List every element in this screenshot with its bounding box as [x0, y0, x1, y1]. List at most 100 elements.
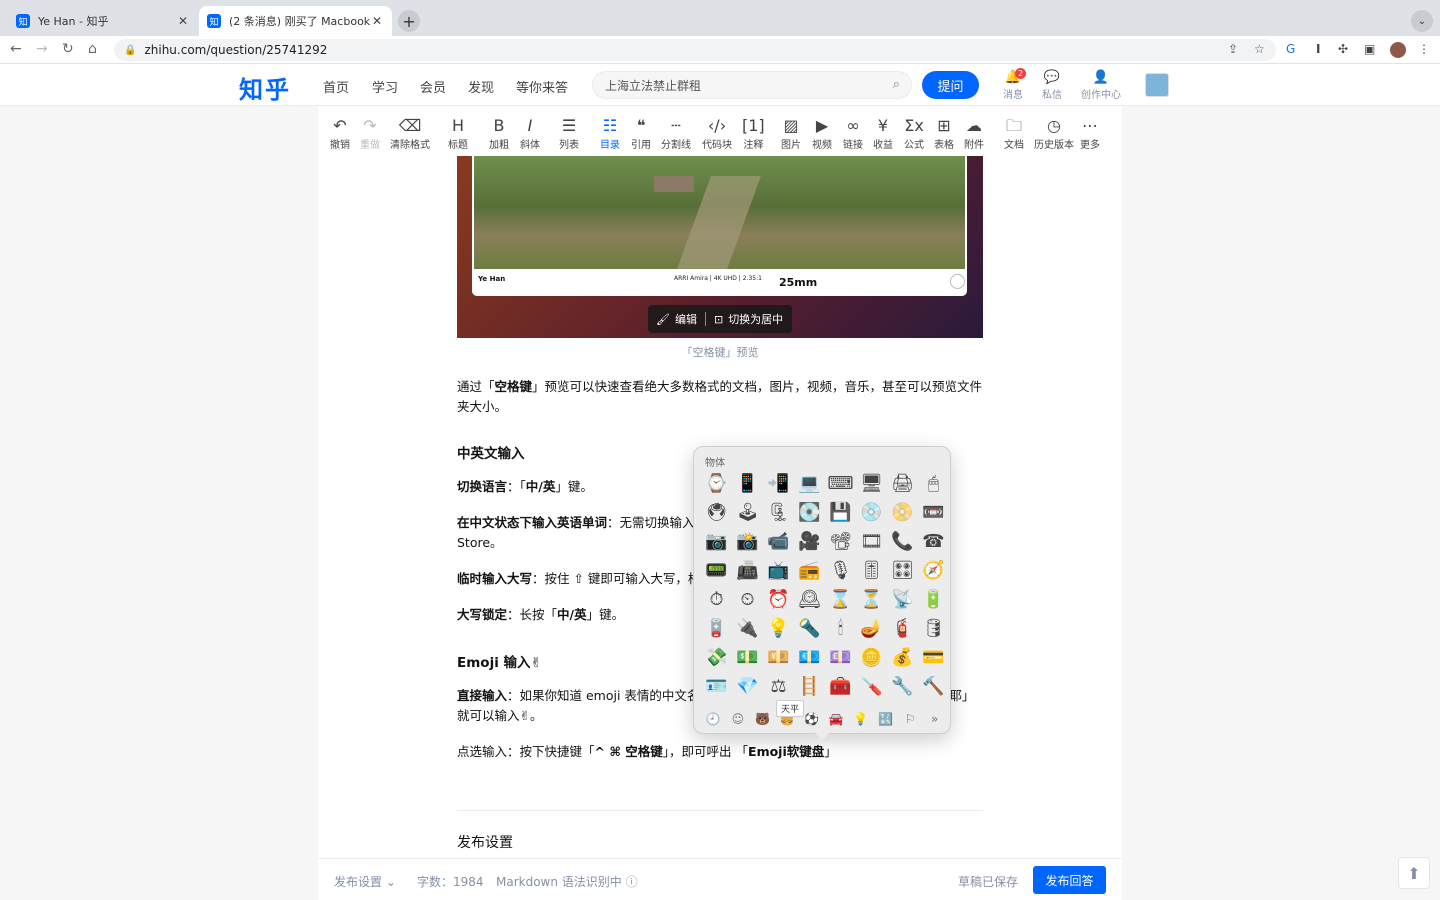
emoji-cell[interactable]: 🖲	[701, 498, 732, 527]
emoji-cell[interactable]: 🔋	[918, 585, 949, 614]
profile-avatar[interactable]	[1390, 42, 1406, 58]
emoji-cell[interactable]: 💿	[856, 498, 887, 527]
sidepanel-icon[interactable]: ▣	[1364, 42, 1375, 56]
emoji-cell[interactable]: 💴	[763, 643, 794, 672]
list-button[interactable]: ☰ 列表	[559, 116, 579, 151]
center-image-button[interactable]: ⊡ 切换为居中	[706, 311, 791, 327]
emoji-category-tab-icon[interactable]: 🚘	[824, 709, 849, 729]
history-version-button[interactable]: ◷ 历史版本	[1034, 116, 1074, 151]
note-button[interactable]: [1] 注释	[742, 116, 765, 151]
emoji-cell[interactable]: 🎛	[887, 556, 918, 585]
home-icon[interactable]: ⌂	[88, 41, 97, 57]
emoji-cell[interactable]: 📷	[701, 527, 732, 556]
emoji-cell[interactable]: 🎙	[825, 556, 856, 585]
browser-tab-1[interactable]: 知 Ye Han - 知乎 ✕	[8, 6, 198, 36]
emoji-cell[interactable]: 🧭	[918, 556, 949, 585]
emoji-cell[interactable]: 🧰	[825, 672, 856, 701]
emoji-cell[interactable]: 📡	[887, 585, 918, 614]
emoji-cell[interactable]: 🖨	[887, 469, 918, 498]
nav-learn[interactable]: 学习	[372, 77, 398, 96]
reload-icon[interactable]: ↻	[62, 41, 74, 57]
emoji-cell[interactable]: 📸	[732, 527, 763, 556]
user-avatar[interactable]	[1145, 73, 1169, 97]
emoji-cell[interactable]: 🔌	[732, 614, 763, 643]
emoji-cell[interactable]: ⌛	[825, 585, 856, 614]
toc-button[interactable]: ☷ 目录	[600, 116, 620, 151]
formula-button[interactable]: Σx 公式	[904, 116, 924, 151]
earnings-button[interactable]: ¥ 收益	[873, 116, 893, 151]
messages-button[interactable]: 🔔 2 消息	[1003, 68, 1026, 101]
publish-settings-dropdown[interactable]: 发布设置 ⌄	[334, 873, 396, 890]
divider-button[interactable]: ┄ 分割线	[661, 116, 691, 151]
attachment-button[interactable]: ☁ 附件	[964, 116, 984, 151]
emoji-cell[interactable]: 🪙	[856, 643, 887, 672]
nav-waiting-answers[interactable]: 等你来答	[516, 77, 568, 96]
emoji-cell[interactable]: 🪔	[856, 614, 887, 643]
emoji-cell[interactable]: 🪛	[856, 672, 887, 701]
emoji-cell[interactable]: ⌨	[825, 469, 856, 498]
emoji-cell[interactable]: 💻	[794, 469, 825, 498]
publish-answer-button[interactable]: 发布回答	[1033, 866, 1106, 894]
emoji-cell[interactable]: 🪪	[701, 672, 732, 701]
emoji-cell[interactable]: 📱	[732, 469, 763, 498]
url-field[interactable]: 🔒 zhihu.com/question/25741292 ⇪ ☆	[114, 39, 1276, 61]
emoji-category-tab-icon[interactable]: 🕘	[701, 709, 726, 729]
close-icon[interactable]: ✕	[176, 14, 190, 28]
zhihu-logo[interactable]: 知乎	[239, 70, 291, 105]
markdown-status[interactable]: Markdown 语法识别中 ⓘ	[496, 873, 638, 890]
redo-button[interactable]: ↷ 重做	[360, 116, 380, 151]
nav-discover[interactable]: 发现	[468, 77, 494, 96]
video-button[interactable]: ▶ 视频	[812, 116, 832, 151]
nav-member[interactable]: 会员	[420, 77, 446, 96]
heading-emoji-input[interactable]: Emoji 输入✌	[457, 651, 542, 671]
bold-button[interactable]: B 加粗	[489, 116, 509, 151]
code-block-button[interactable]: ‹/› 代码块	[702, 116, 732, 151]
emoji-cell[interactable]: 📞	[887, 527, 918, 556]
emoji-cell[interactable]: 💵	[732, 643, 763, 672]
emoji-category-tab-icon[interactable]: ☺	[726, 709, 751, 729]
table-button[interactable]: ⊞ 表格	[934, 116, 954, 151]
emoji-cell[interactable]: 🧯	[887, 614, 918, 643]
emoji-cell[interactable]: 🔨	[918, 672, 949, 701]
edit-image-button[interactable]: 🖌 编辑	[648, 311, 705, 327]
emoji-cell[interactable]: 💾	[825, 498, 856, 527]
back-arrow-icon[interactable]: ←	[10, 41, 22, 57]
translate-extension-icon[interactable]: G	[1286, 42, 1295, 56]
quote-button[interactable]: ❝ 引用	[631, 116, 651, 151]
emoji-cell[interactable]: ⏳	[856, 585, 887, 614]
clear-format-button[interactable]: ⌫ 清除格式	[390, 116, 430, 151]
emoji-cell[interactable]: 🖱	[918, 469, 949, 498]
emoji-cell[interactable]: 🎞	[856, 527, 887, 556]
emoji-cell[interactable]: 💰	[887, 643, 918, 672]
emoji-category-tab-icon[interactable]: 🔣	[873, 709, 898, 729]
instapaper-extension-icon[interactable]: I	[1316, 42, 1320, 56]
private-message-button[interactable]: 💬 私信	[1042, 70, 1062, 101]
emoji-cell[interactable]: 📲	[763, 469, 794, 498]
emoji-cell[interactable]: ☎	[918, 527, 949, 556]
share-icon[interactable]: ⇪	[1228, 42, 1238, 56]
emoji-cell[interactable]: ⏰	[763, 585, 794, 614]
emoji-cell[interactable]: 🪫	[701, 614, 732, 643]
emoji-cell[interactable]: 🔦	[794, 614, 825, 643]
undo-button[interactable]: ↶ 撤销	[330, 116, 350, 151]
browser-tab-2-active[interactable]: 知 (2 条消息) 刚买了 Macbook Pro... ✕	[199, 6, 392, 36]
emoji-cell[interactable]: 📀	[887, 498, 918, 527]
more-button[interactable]: ⋯ 更多	[1080, 116, 1100, 151]
emoji-cell[interactable]: 🎚	[856, 556, 887, 585]
emoji-cell[interactable]: 📽	[825, 527, 856, 556]
italic-button[interactable]: I 斜体	[520, 116, 540, 151]
emoji-cell[interactable]: 📺	[763, 556, 794, 585]
nav-home[interactable]: 首页	[323, 77, 349, 96]
emoji-cell[interactable]: 🖥	[856, 469, 887, 498]
emoji-category-tab-icon[interactable]: 💡	[849, 709, 874, 729]
emoji-cell[interactable]: ⚖	[763, 672, 794, 701]
emoji-cell[interactable]: ⌚	[701, 469, 732, 498]
ask-button[interactable]: 提问	[922, 71, 979, 99]
emoji-cell[interactable]: 💶	[794, 643, 825, 672]
kebab-menu-icon[interactable]: ⋮	[1418, 42, 1430, 56]
emoji-category-tab-icon[interactable]: ⚐	[898, 709, 923, 729]
emoji-cell[interactable]: 🕯	[825, 614, 856, 643]
forward-arrow-icon[interactable]: →	[36, 41, 48, 57]
emoji-cell[interactable]: 🔧	[887, 672, 918, 701]
emoji-cell[interactable]: 💎	[732, 672, 763, 701]
